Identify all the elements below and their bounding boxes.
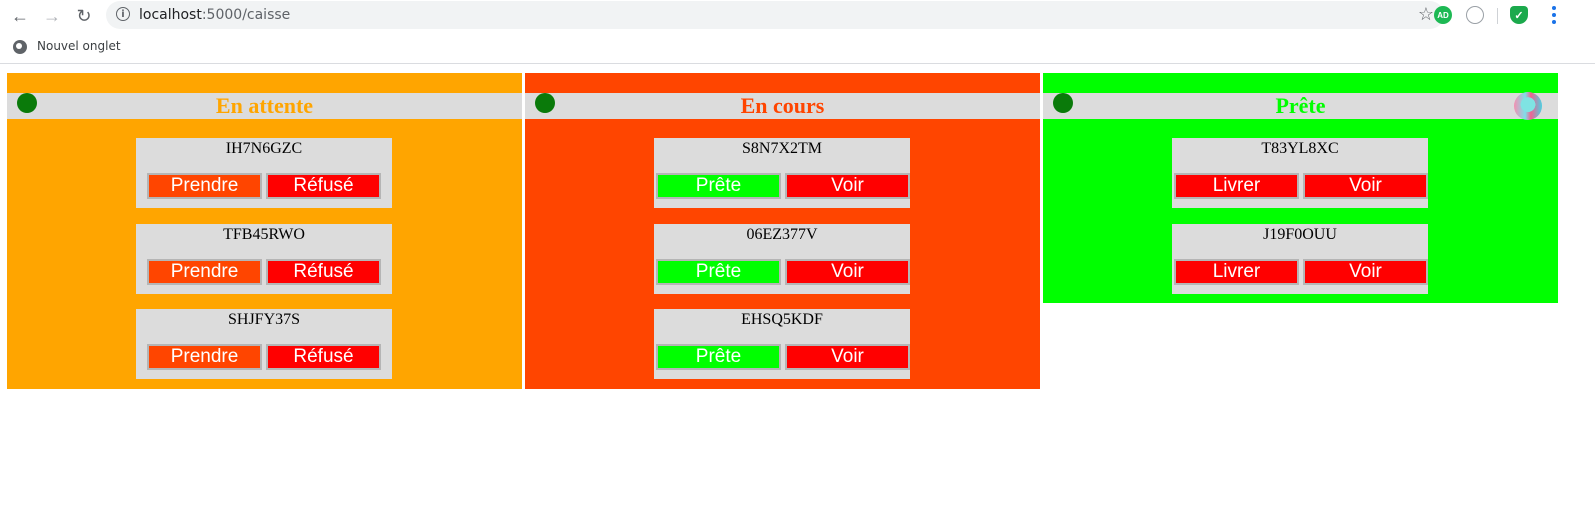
url-host: localhost [139,7,202,23]
order-card: TFB45RWO Prendre Réfusé [136,224,392,294]
refuse-button[interactable]: Réfusé [266,173,381,199]
column-title: En attente [215,93,314,118]
order-card: T83YL8XC Livrer Voir [1172,138,1428,208]
prete-button[interactable]: Prête [656,173,781,199]
column-header: Prête [1043,92,1558,120]
voir-button[interactable]: Voir [785,344,910,370]
order-code: J19F0OUU [1263,226,1337,243]
prendre-button[interactable]: Prendre [147,344,262,370]
order-card: IH7N6GZC Prendre Réfusé [136,138,392,208]
order-card: 06EZ377V Prête Voir [654,224,910,294]
prendre-button[interactable]: Prendre [147,173,262,199]
column-title: Prête [1275,93,1326,118]
livrer-button[interactable]: Livrer [1174,173,1299,199]
column-header: En attente [7,93,522,119]
order-code: S8N7X2TM [741,140,822,157]
column-header: En cours [525,93,1040,119]
bookmarks-bar: Nouvel onglet [0,32,1595,64]
order-code: EHSQ5KDF [741,311,823,328]
voir-button[interactable]: Voir [785,173,910,199]
back-arrow-icon[interactable]: ← [9,5,31,27]
avatar[interactable] [1514,92,1542,120]
prete-button[interactable]: Prête [656,344,781,370]
adblock-extension-icon[interactable]: AD [1434,6,1452,24]
toolbar-divider [1497,8,1498,24]
order-card: EHSQ5KDF Prête Voir [654,309,910,379]
address-bar[interactable]: i localhost:5000/caisse ☆ [106,1,1444,29]
livrer-button[interactable]: Livrer [1174,259,1299,285]
column-en-attente: En attente IH7N6GZC Prendre Réfusé TFB45… [7,73,522,389]
browser-toolbar: ← → ↻ i localhost:5000/caisse ☆ AD ✓ [0,0,1595,32]
column-title: En cours [740,93,825,118]
voir-button[interactable]: Voir [1303,259,1428,285]
menu-icon[interactable] [1550,4,1558,26]
refuse-button[interactable]: Réfusé [266,344,381,370]
order-code: 06EZ377V [746,226,818,243]
url-text: localhost:5000/caisse [139,7,290,23]
reload-icon[interactable]: ↻ [73,5,95,27]
order-code: TFB45RWO [223,226,305,243]
order-card: S8N7X2TM Prête Voir [654,138,910,208]
shield-extension-icon[interactable]: ✓ [1510,6,1528,24]
info-icon[interactable]: i [116,7,130,21]
voir-button[interactable]: Voir [1303,173,1428,199]
order-code: IH7N6GZC [225,140,303,157]
voir-button[interactable]: Voir [785,259,910,285]
extension-icon[interactable] [1466,6,1484,24]
prendre-button[interactable]: Prendre [147,259,262,285]
forward-arrow-icon[interactable]: → [41,5,63,27]
refuse-button[interactable]: Réfusé [266,259,381,285]
order-card: SHJFY37S Prendre Réfusé [136,309,392,379]
url-path: :5000/caisse [201,7,291,23]
prete-button[interactable]: Prête [656,259,781,285]
order-code: SHJFY37S [227,311,301,328]
column-prete: Prête T83YL8XC Livrer Voir J19F0OUU Livr… [1043,73,1558,303]
order-code: T83YL8XC [1261,140,1339,157]
bookmark-nouvel-onglet[interactable]: Nouvel onglet [37,39,121,53]
globe-icon [13,40,27,54]
star-icon[interactable]: ☆ [1418,4,1434,25]
order-card: J19F0OUU Livrer Voir [1172,224,1428,294]
column-en-cours: En cours S8N7X2TM Prête Voir 06EZ377V Pr… [525,73,1040,389]
